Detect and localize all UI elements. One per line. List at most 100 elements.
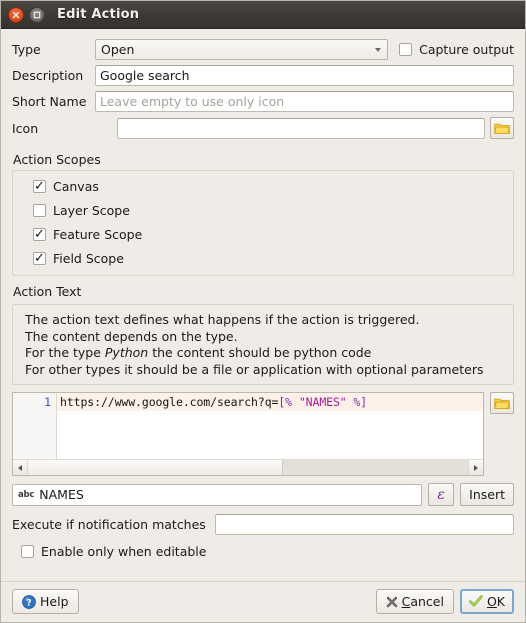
dialog-content: Type Open Capture output Description Sho… [1, 29, 525, 581]
window-title: Edit Action [57, 7, 140, 22]
ok-button[interactable]: OK [459, 589, 514, 614]
code-editor-main: 1 https://www.google.com/search?q=[% "NA… [13, 393, 483, 459]
type-label: Type [12, 42, 41, 57]
notification-input[interactable] [214, 514, 514, 535]
folder-icon [494, 398, 510, 409]
type-combobox[interactable]: Open [95, 39, 389, 60]
svg-text:?: ? [26, 598, 31, 608]
scroll-right-arrow-icon[interactable] [468, 460, 483, 475]
help-button-label: Help [40, 594, 69, 609]
line-number-gutter: 1 [13, 393, 57, 459]
scroll-left-arrow-icon[interactable] [13, 460, 28, 475]
enable-only-when-editable-checkbox[interactable]: Enable only when editable [21, 544, 514, 559]
expression-builder-button[interactable]: ε [428, 483, 455, 506]
feature-tick: ✓ [34, 226, 45, 242]
short-name-row: Short Name [12, 91, 514, 112]
close-icon[interactable] [8, 6, 24, 23]
scrollbar-thumb[interactable] [28, 460, 284, 475]
insert-button[interactable]: Insert [460, 483, 514, 506]
scope-checkbox-canvas[interactable]: ✓ Canvas [33, 179, 503, 194]
description-row: Description [12, 65, 514, 86]
icon-path-input[interactable] [117, 117, 485, 139]
cancel-button[interactable]: Cancel [375, 589, 454, 614]
action-scopes-group: ✓ Canvas Layer Scope ✓ Feature Scope ✓ F… [12, 170, 514, 276]
description-input[interactable] [95, 65, 514, 86]
canvas-checkbox-box: ✓ [33, 180, 46, 193]
insert-button-label: Insert [469, 487, 505, 502]
help-line-3-post: the content should be python code [148, 345, 372, 360]
field-checkbox-box: ✓ [33, 252, 46, 265]
scroll-right-glyph [474, 464, 478, 471]
canvas-label: Canvas [53, 179, 99, 194]
cancel-button-label: Cancel [401, 594, 444, 609]
field-insert-row: abc NAMES ε Insert [12, 483, 514, 506]
cancel-label-rest: ancel [410, 594, 444, 609]
field-label: Field Scope [53, 251, 124, 266]
action-text-browse-button[interactable] [490, 392, 514, 414]
type-row: Type Open Capture output [12, 39, 514, 60]
description-label: Description [12, 68, 84, 83]
feature-label: Feature Scope [53, 227, 143, 242]
help-line-3-pre: For the type [25, 345, 105, 360]
scope-checkbox-layer[interactable]: Layer Scope [33, 203, 503, 218]
line-number-1: 1 [44, 395, 51, 409]
cancel-x-icon [386, 596, 398, 608]
field-tick: ✓ [34, 250, 45, 266]
action-scopes-title: Action Scopes [13, 152, 101, 167]
notification-row: Execute if notification matches [12, 514, 514, 535]
abc-field-type-icon: abc [18, 489, 35, 500]
action-text-editor-wrap: 1 https://www.google.com/search?q=[% "NA… [12, 392, 514, 476]
help-icon: ? [22, 594, 36, 609]
action-text-help: The action text defines what happens if … [12, 304, 514, 385]
short-name-input[interactable] [95, 91, 514, 112]
ok-label-rest: K [496, 594, 505, 609]
code-line-1: https://www.google.com/search?q=[% "NAME… [57, 393, 483, 411]
scrollbar-track[interactable] [28, 460, 468, 475]
code-string-literal: "NAMES" [298, 395, 347, 409]
field-combobox-value: NAMES [39, 487, 84, 502]
help-circle-glyph: ? [22, 594, 36, 609]
title-bar: Edit Action [1, 1, 525, 29]
code-editor[interactable]: 1 https://www.google.com/search?q=[% "NA… [12, 392, 484, 476]
short-name-label: Short Name [12, 94, 87, 109]
layer-label: Layer Scope [53, 203, 130, 218]
capture-output-box [399, 43, 413, 56]
icon-browse-button[interactable] [490, 117, 514, 139]
feature-checkbox-box: ✓ [33, 228, 46, 241]
help-button[interactable]: ? Help [12, 589, 79, 614]
icon-label: Icon [12, 120, 39, 136]
help-line-3: For the type Python the content should b… [25, 345, 503, 361]
enable-editable-label: Enable only when editable [41, 544, 207, 559]
epsilon-icon: ε [437, 486, 445, 503]
field-combobox[interactable]: abc NAMES [12, 483, 423, 506]
layer-checkbox-box [33, 204, 46, 217]
code-text-area[interactable]: https://www.google.com/search?q=[% "NAME… [57, 393, 483, 459]
type-value: Open [101, 42, 135, 57]
code-url-text: https://www.google.com/search?q= [60, 395, 279, 409]
canvas-tick: ✓ [34, 178, 45, 194]
code-expression-open: [% [278, 395, 299, 409]
check-glyph [469, 595, 483, 607]
enable-editable-box [21, 545, 34, 558]
scroll-left-glyph [18, 464, 22, 471]
maximize-square-glyph [33, 11, 41, 18]
action-text-title: Action Text [13, 284, 82, 299]
notification-label: Execute if notification matches [12, 517, 206, 532]
help-line-1: The action text defines what happens if … [25, 312, 420, 327]
maximize-icon[interactable] [29, 6, 45, 23]
editor-horizontal-scrollbar[interactable] [13, 459, 483, 475]
ok-button-label: OK [486, 594, 505, 609]
chevron-down-icon [375, 47, 382, 52]
check-icon [469, 595, 483, 608]
edit-action-dialog: Edit Action Type Open Capture output Des… [0, 0, 526, 623]
scope-checkbox-field[interactable]: ✓ Field Scope [33, 251, 503, 266]
cancel-x-glyph [386, 596, 397, 607]
dialog-footer: ? Help Cancel OK [1, 581, 525, 622]
help-line-2: The content depends on the type. [25, 328, 238, 344]
scope-checkbox-feature[interactable]: ✓ Feature Scope [33, 227, 503, 242]
capture-output-checkbox[interactable]: Capture output [399, 42, 514, 57]
help-line-3-emphasis: Python [104, 345, 149, 360]
code-expression-close: %] [346, 395, 368, 409]
icon-row: Icon [12, 117, 514, 139]
folder-icon [494, 123, 510, 134]
